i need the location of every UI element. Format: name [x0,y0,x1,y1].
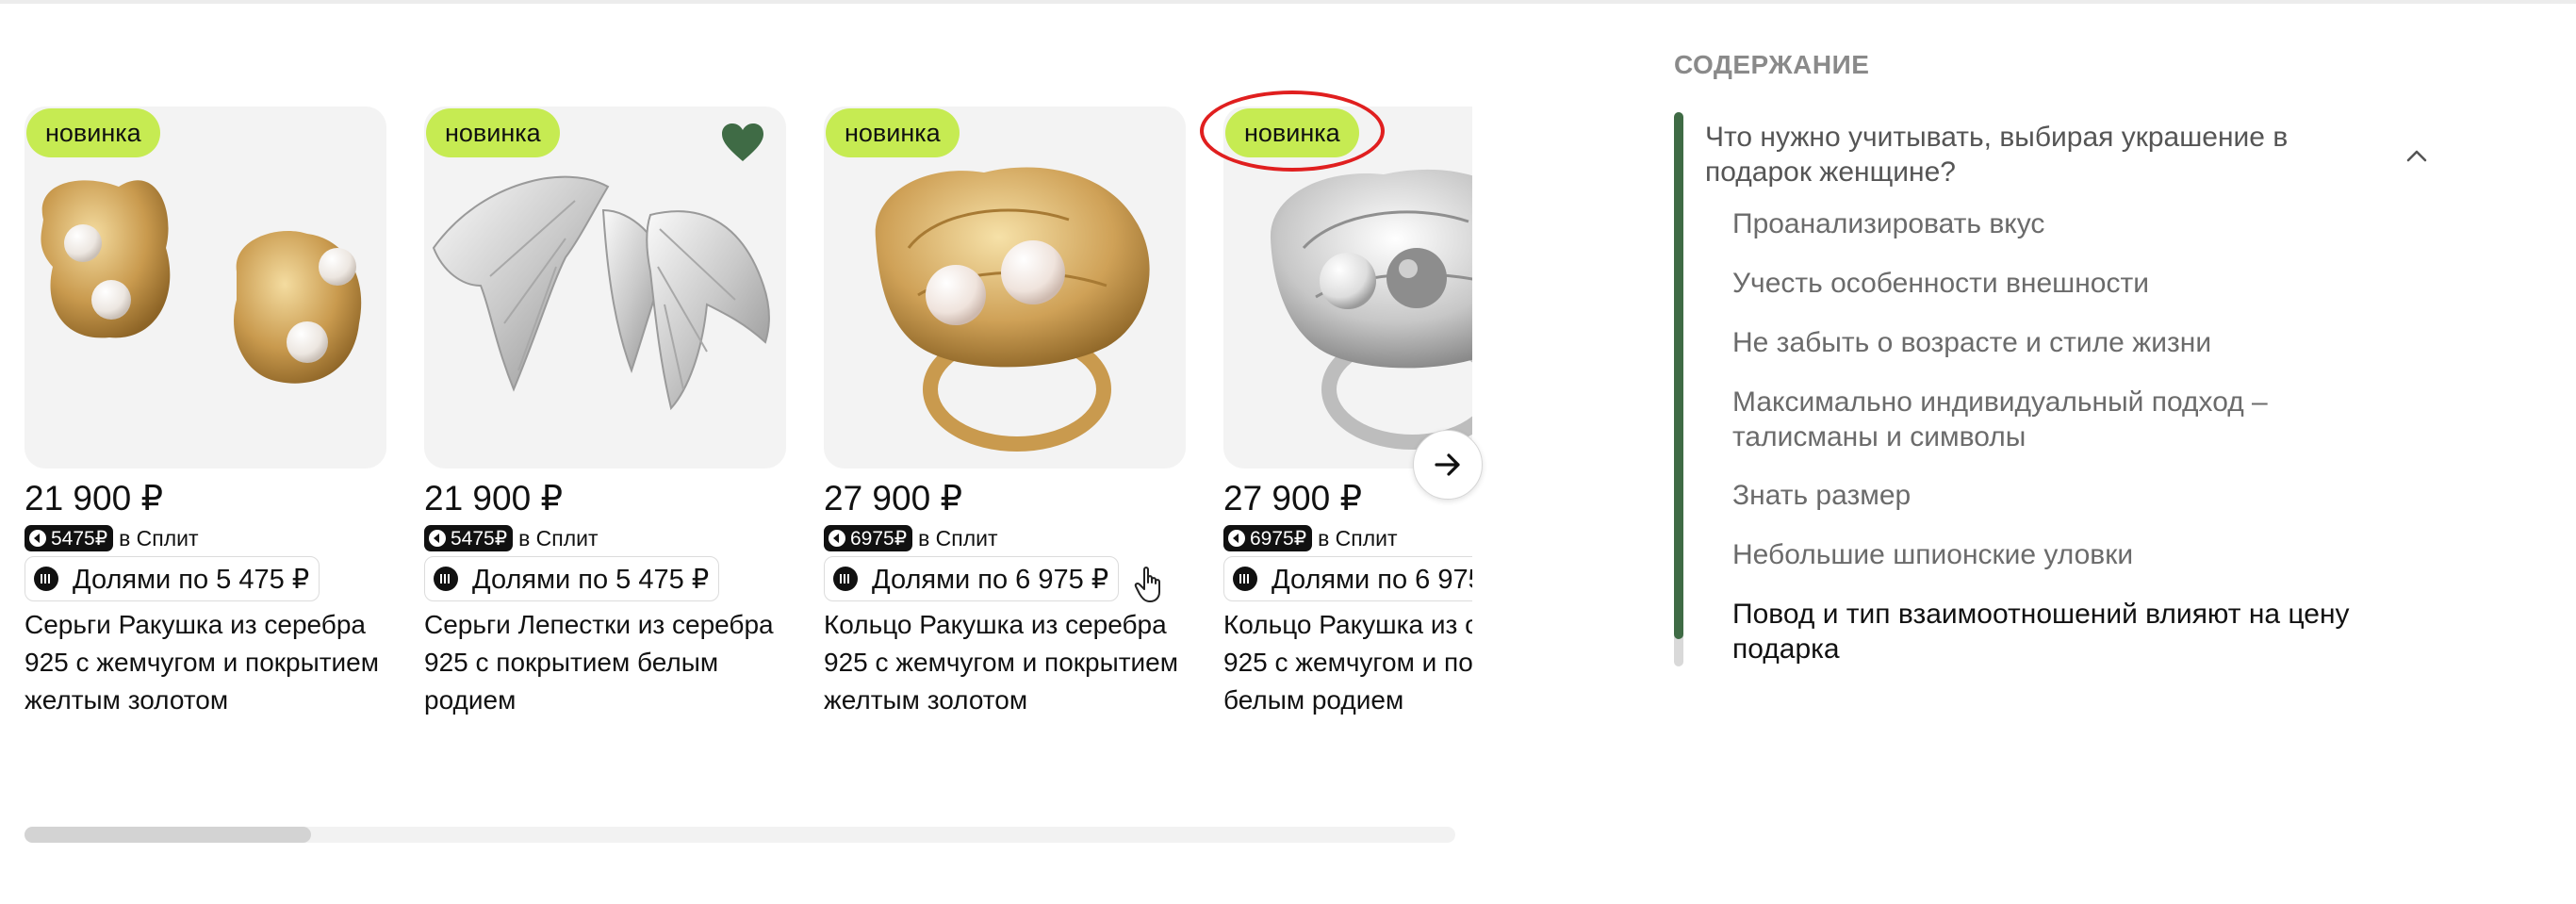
carousel-scrollbar[interactable] [25,827,1455,843]
product-card[interactable]: новинка 27 900 ₽ 6975₽ в Сплит Долями по… [824,107,1186,715]
new-badge: новинка [26,108,160,157]
split-label: в Сплит [119,525,199,551]
product-price: 27 900 ₽ [1223,479,1362,518]
toc-item[interactable]: Небольшие шпионские уловки [1732,537,2373,572]
dolyami-logo-icon [1233,567,1257,591]
dolyami-logo-icon [833,567,858,591]
split-amount: 6975₽ [1250,527,1307,550]
toc-item[interactable]: Учесть особенности внешности [1732,266,2373,301]
split-label: в Сплит [518,525,599,551]
product-price: 27 900 ₽ [824,479,962,518]
dolyami-button[interactable]: Долями по 5 475 ₽ [424,556,720,601]
toc-item-current[interactable]: Повод и тип взаимоотношений влияют на це… [1732,597,2373,666]
split-amount: 6975₽ [850,527,908,550]
dolyami-button[interactable]: Долями по 6 975 ₽ [824,556,1120,601]
dolyami-label: Долями по 5 475 ₽ [73,564,310,595]
dolyami-logo-icon [34,567,58,591]
scrollbar-thumb[interactable] [25,827,311,843]
split-amount: 5475₽ [51,527,108,550]
arrow-right-icon [1435,453,1460,476]
dolyami-label: Долями по 5 475 ₽ [472,564,710,595]
split-offer[interactable]: 6975₽ в Сплит [824,521,998,555]
carousel-next-button[interactable] [1413,430,1483,500]
dolyami-button[interactable]: Долями по 5 475 ₽ [25,556,320,601]
dolyami-logo-icon [434,567,458,591]
product-card[interactable]: новинка 21 900 ₽ 5475₽ в Сплит Долями по… [25,107,386,715]
split-amount: 5475₽ [451,527,508,550]
split-offer[interactable]: 6975₽ в Сплит [1223,521,1398,555]
favorite-heart-icon[interactable] [720,122,765,163]
top-divider [0,0,2576,4]
product-title[interactable]: Кольцо Ракушка из серебра 925 с жемчугом… [1223,606,1472,719]
toc-heading: СОДЕРЖАНИЕ [1674,50,1870,79]
split-label: в Сплит [1318,525,1398,551]
toc-active-section[interactable]: Что нужно учитывать, выбирая украшение в… [1705,120,2365,189]
split-offer[interactable]: 5475₽ в Сплит [424,521,599,555]
toc-item[interactable]: Проанализировать вкус [1732,206,2373,241]
split-label: в Сплит [918,525,998,551]
product-image[interactable]: новинка [424,107,786,468]
toc-item[interactable]: Не забыть о возрасте и стиле жизни [1732,325,2373,360]
split-badge: 6975₽ [824,525,913,551]
new-badge: новинка [826,108,960,157]
split-logo-icon [829,530,845,547]
toc-item[interactable]: Знать размер [1732,478,2373,513]
highlight-annotation [1200,90,1385,172]
split-logo-icon [1228,530,1245,547]
product-carousel: новинка 21 900 ₽ 5475₽ в Сплит Долями по… [25,107,1472,748]
product-title[interactable]: Кольцо Ракушка из серебра 925 с жемчугом… [824,606,1186,719]
product-photo [41,180,362,384]
dolyami-button[interactable]: Долями по 6 975 ₽ [1223,556,1472,601]
product-title[interactable]: Серьги Ракушка из серебра 925 с жемчугом… [25,606,386,719]
toc-progress-rail [1674,112,1683,666]
product-price: 21 900 ₽ [25,479,163,518]
split-logo-icon [29,530,46,547]
split-badge: 5475₽ [25,525,114,551]
dolyami-label: Долями по 6 975 ₽ [1272,564,1472,595]
chevron-up-icon[interactable] [2404,143,2430,170]
toc-item[interactable]: Максимально индивидуальный подход – тали… [1732,385,2373,454]
hand-cursor-icon [1134,567,1160,602]
product-title[interactable]: Серьги Лепестки из серебра 925 с покрыти… [424,606,786,719]
toc-progress-fill [1674,112,1683,639]
new-badge: новинка [426,108,560,157]
product-image[interactable]: новинка [824,107,1186,468]
split-offer[interactable]: 5475₽ в Сплит [25,521,199,555]
product-image[interactable]: новинка [25,107,386,468]
split-logo-icon [429,530,446,547]
product-price: 21 900 ₽ [424,479,563,518]
product-photo [875,167,1150,452]
split-badge: 6975₽ [1223,525,1313,551]
product-card[interactable]: новинка 21 900 ₽ 5475₽ в Сплит Долями по… [424,107,786,715]
split-badge: 5475₽ [424,525,514,551]
dolyami-label: Долями по 6 975 ₽ [872,564,1109,595]
